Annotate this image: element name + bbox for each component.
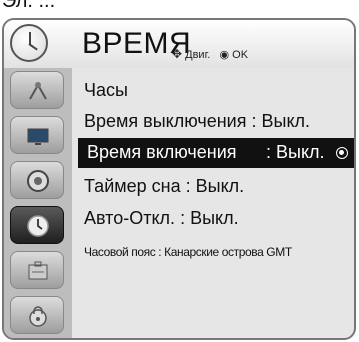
- audio-icon: [27, 170, 49, 192]
- ok-button-icon: ◉: [219, 49, 230, 61]
- time-icon: [27, 215, 49, 237]
- menu-item-value: Выкл.: [261, 111, 311, 131]
- menu-header: ВРЕМЯ ✥ Двиг. ◉ OK: [4, 20, 354, 68]
- category-audio[interactable]: [10, 161, 64, 199]
- menu-item-sleep-timer[interactable]: Таймер сна : Выкл.: [84, 176, 244, 197]
- menu-item-off-time[interactable]: Время выключения : Выкл.: [84, 111, 310, 132]
- menu-item-separator: :: [251, 111, 257, 131]
- page-top-text: Эл. ...: [2, 0, 56, 12]
- menu-item-timezone[interactable]: Часовой пояс : Канарские острова GMT: [84, 245, 292, 259]
- clock-icon: [10, 24, 48, 62]
- menu-item-separator: :: [180, 208, 186, 228]
- menu-item-label: Таймер сна: [84, 176, 181, 196]
- menu-item-separator: :: [158, 245, 162, 259]
- menu-item-clock[interactable]: Часы: [84, 80, 128, 101]
- menu-item-auto-off[interactable]: Авто-Откл. : Выкл.: [84, 208, 239, 229]
- picture-icon: [27, 128, 49, 145]
- menu-item-value: Канарские острова GMT: [164, 245, 292, 259]
- menu-item-value: Выкл.: [190, 208, 239, 228]
- lock-icon: [29, 306, 47, 327]
- category-options[interactable]: [10, 251, 64, 289]
- menu-item-separator: :: [266, 142, 272, 162]
- selected-radio-icon: [336, 147, 348, 159]
- menu-item-value: Выкл.: [195, 176, 245, 196]
- menu-item-value: Выкл.: [276, 142, 325, 162]
- category-sidebar: [4, 68, 72, 338]
- menu-item-on-time[interactable]: Время включения : Выкл.: [78, 138, 354, 168]
- time-menu-window: ВРЕМЯ ✥ Двиг. ◉ OK Часы Время выключения…: [2, 18, 356, 340]
- menu-item-value-group: : Выкл.: [266, 142, 325, 163]
- options-icon: [28, 261, 48, 280]
- menu-item-label: Авто-Откл.: [84, 208, 176, 228]
- category-channel[interactable]: [10, 71, 64, 109]
- category-time[interactable]: [10, 206, 64, 244]
- menu-item-label: Часы: [84, 80, 128, 100]
- antenna-icon: [29, 82, 47, 100]
- menu-item-label: Часовой пояс: [84, 245, 156, 259]
- menu-item-label: Время выключения: [84, 111, 247, 131]
- category-lock[interactable]: [10, 296, 64, 334]
- move-arrows-icon: ✥: [172, 47, 183, 61]
- menu-item-separator: :: [185, 176, 191, 196]
- menu-item-label: Время включения: [87, 142, 237, 162]
- navigation-hint: ✥ Двиг. ◉ OK: [172, 47, 248, 61]
- move-hint-label: Двиг.: [185, 49, 211, 61]
- category-picture[interactable]: [10, 116, 64, 154]
- ok-hint-label: OK: [232, 49, 249, 61]
